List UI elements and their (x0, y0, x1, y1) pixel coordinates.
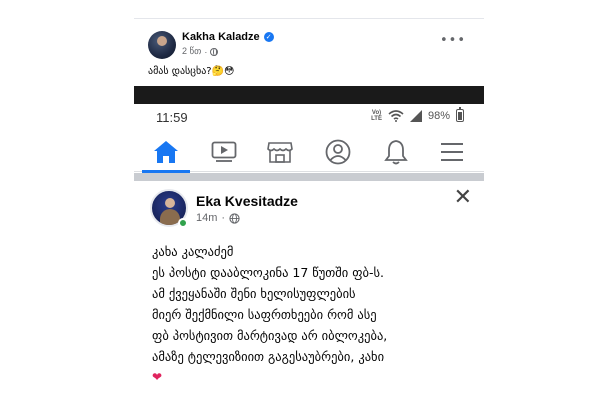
signal-icon (409, 109, 422, 122)
post-time[interactable]: 2 წთ (182, 46, 201, 57)
post-text: ამას დასცხა?🤔😳 (148, 66, 235, 77)
dot-separator: · (204, 46, 208, 57)
author-name[interactable]: Eka Kvesitadze (196, 193, 298, 209)
online-status-icon (178, 218, 188, 228)
status-time: 11:59 (156, 110, 188, 125)
dot-separator: · (221, 212, 226, 224)
post-line: ეს პოსტი დააბლოკინა 17 წუთში ფბ-ს. (152, 265, 385, 280)
notifications-icon[interactable] (382, 138, 410, 166)
profile-icon[interactable] (324, 138, 352, 166)
post-line: ფბ პოსტივით მარტივად არ იბლოკება, (152, 328, 388, 343)
post-line: მიერ შექმნილი საფრთხეები რომ ასე (152, 307, 377, 322)
post-meta: 2 წთ · (182, 46, 219, 57)
top-post-card: Kakha Kaladze ✓ 2 წთ · ••• ამას დასცხა?🤔… (134, 18, 484, 86)
feed-post: Eka Kvesitadze 14m · ✕ კახა კალაძემ ეს პ… (134, 181, 484, 400)
volte-indicator: Vo) LTE (371, 109, 382, 122)
divider-bar (134, 86, 484, 104)
top-navigation (134, 132, 484, 173)
battery-icon (456, 107, 464, 122)
post-meta: 14m · (196, 212, 240, 224)
author-name[interactable]: Kakha Kaladze (182, 31, 260, 43)
author-avatar[interactable] (148, 31, 176, 59)
author-row: Kakha Kaladze ✓ (182, 31, 274, 43)
post-line: ამ ქვეყანაში შენი ხელისუფლების (152, 286, 356, 301)
post-body: კახა კალაძემ ეს პოსტი დააბლოკინა 17 წუთშ… (152, 241, 482, 388)
status-icons: Vo) LTE 98% (371, 107, 464, 122)
globe-icon (210, 47, 219, 56)
post-line: ამაზე ტელევიზიით გაგესაუბრები, კახი (152, 349, 385, 364)
post-time[interactable]: 14m (196, 212, 217, 224)
wifi-icon (388, 109, 404, 122)
more-options-button[interactable]: ••• (440, 33, 466, 48)
close-button[interactable]: ✕ (454, 187, 472, 209)
heart-icon: ❤ (152, 370, 163, 384)
battery-percent: 98% (427, 109, 450, 122)
status-bar: 11:59 Vo) LTE 98% (134, 104, 484, 132)
post-line: კახა კალაძემ (152, 244, 234, 259)
globe-icon (229, 212, 240, 224)
phone-screenshot: 11:59 Vo) LTE 98% Eka Kvesitadze 14m · ✕… (134, 104, 484, 400)
menu-icon[interactable] (438, 138, 466, 166)
watch-icon[interactable] (210, 138, 238, 166)
feed-separator (134, 173, 484, 181)
home-icon[interactable] (142, 138, 190, 173)
verified-badge-icon: ✓ (263, 32, 274, 42)
marketplace-icon[interactable] (266, 138, 294, 166)
